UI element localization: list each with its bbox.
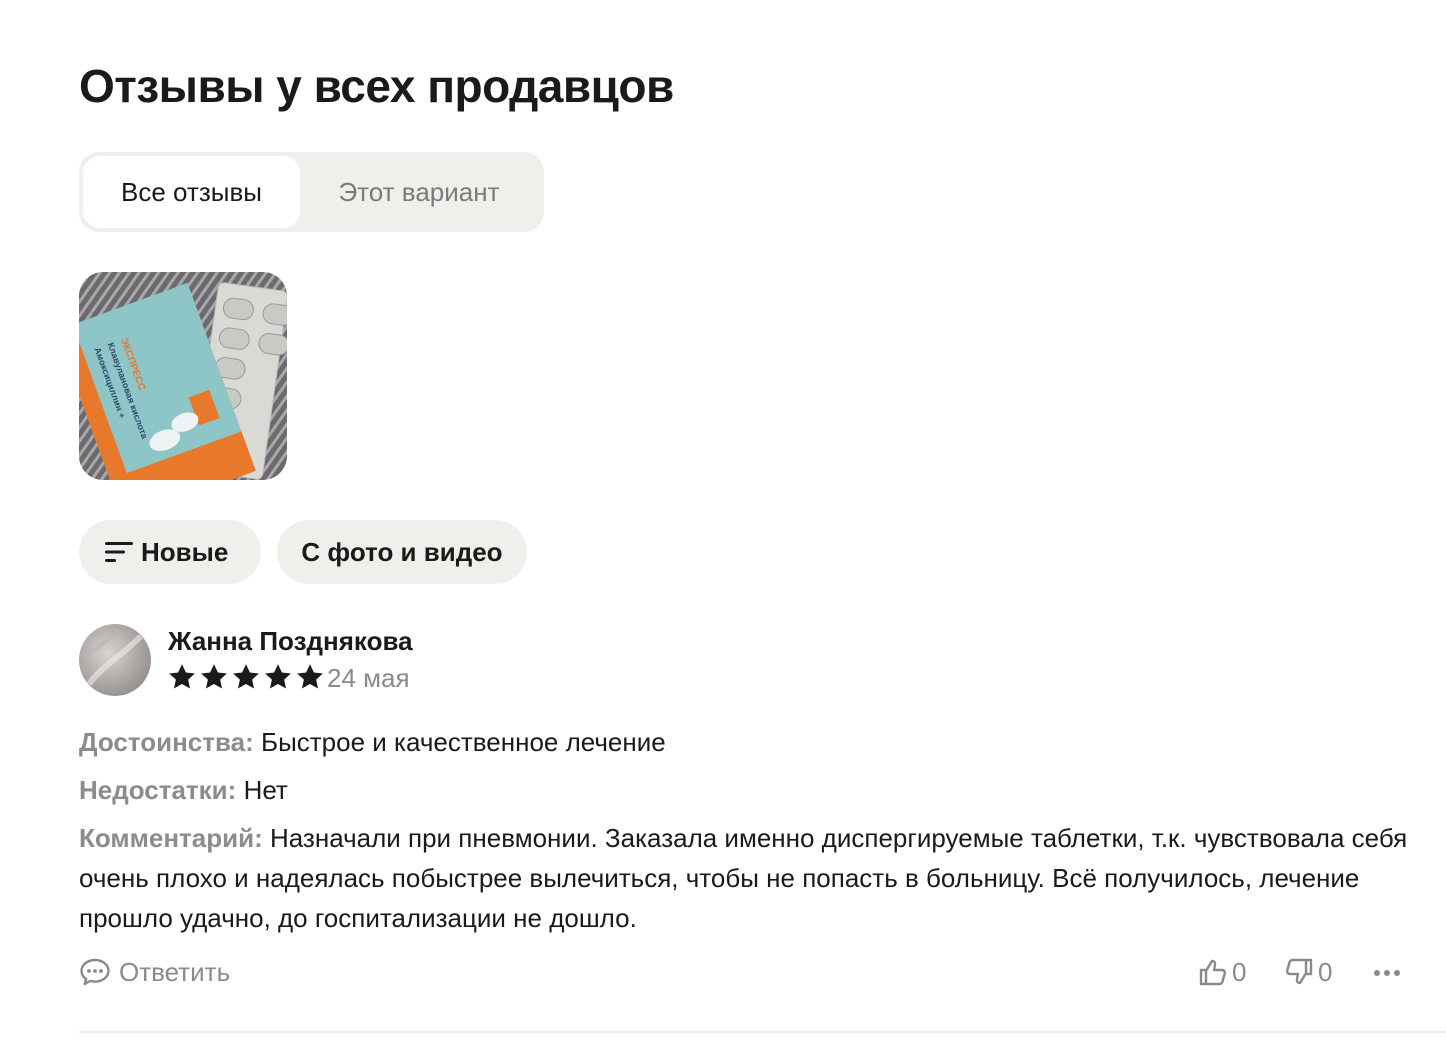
dislike-button[interactable]: 0 — [1283, 952, 1332, 992]
comment-label: Комментарий: — [79, 823, 263, 853]
review-cons: Недостатки: Нет — [79, 770, 1409, 810]
thumbs-down-icon — [1285, 958, 1313, 985]
pros-label: Достоинства: — [79, 727, 254, 757]
reviews-page: Отзывы у всех продавцов Все отзывы Этот … — [0, 0, 1446, 1049]
tab-this-variant[interactable]: Этот вариант — [309, 156, 529, 228]
dislike-count: 0 — [1318, 956, 1333, 987]
review-date: 24 мая — [327, 663, 410, 693]
review-divider — [79, 1031, 1446, 1033]
cons-text: Нет — [243, 775, 288, 805]
sort-label: Новые — [141, 537, 229, 567]
avatar-image — [79, 624, 151, 696]
reply-label: Ответить — [119, 956, 231, 987]
sort-button[interactable]: Новые — [79, 520, 261, 584]
cons-label: Недостатки: — [79, 775, 237, 805]
star-icon — [233, 664, 259, 689]
pros-text: Быстрое и качественное лечение — [261, 727, 666, 757]
review-scope-tabs: Все отзывы Этот вариант — [79, 152, 544, 232]
rating-stars — [167, 662, 325, 694]
comment-text: Назначали при пневмонии. Заказала именно… — [79, 823, 1408, 933]
review-photo-thumbnail[interactable]: Амоксициллин + Клавулановая кислота ЭКСП… — [79, 272, 287, 480]
more-options-button[interactable] — [1371, 952, 1407, 992]
product-photo-image: Амоксициллин + Клавулановая кислота ЭКСП… — [79, 272, 287, 480]
tab-all-reviews[interactable]: Все отзывы — [83, 156, 300, 228]
star-icon — [265, 664, 291, 689]
speech-bubble-icon — [80, 958, 110, 986]
review-author-name[interactable]: Жанна Позднякова — [168, 624, 413, 658]
page-title: Отзывы у всех продавцов — [79, 60, 674, 112]
star-icon — [297, 664, 323, 689]
more-dots-icon — [1374, 970, 1400, 976]
review-comment: Комментарий: Назначали при пневмонии. За… — [79, 818, 1409, 938]
star-icon — [169, 664, 195, 689]
with-photo-video-filter[interactable]: С фото и видео — [277, 520, 527, 584]
like-count: 0 — [1232, 956, 1247, 987]
like-button[interactable]: 0 — [1197, 952, 1246, 992]
star-icon — [201, 664, 227, 689]
sort-lines-icon — [105, 542, 133, 562]
review-actions: Ответить 0 0 — [79, 952, 1409, 992]
thumbs-up-icon — [1199, 959, 1227, 986]
reply-button[interactable]: Ответить — [79, 952, 230, 992]
review-pros: Достоинства: Быстрое и качественное лече… — [79, 722, 1409, 762]
avatar[interactable] — [79, 624, 151, 696]
